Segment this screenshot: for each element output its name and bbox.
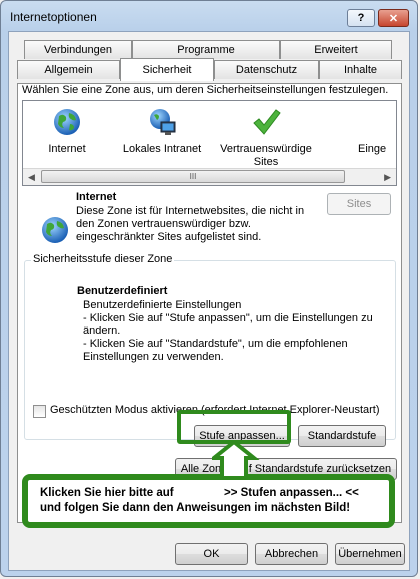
intranet-icon bbox=[150, 109, 176, 135]
zone-instruction: Wählen Sie eine Zone aus, um deren Siche… bbox=[22, 84, 389, 96]
title-bar: Internetoptionen ? ✕ bbox=[1, 1, 417, 31]
selected-zone-desc-1: Diese Zone ist für Internetwebsites, die… bbox=[76, 205, 305, 217]
custom-level-highlight bbox=[177, 410, 291, 444]
tab-allgemein[interactable]: Allgemein bbox=[17, 60, 120, 79]
tab-programme[interactable]: Programme bbox=[132, 40, 280, 59]
zone-local-intranet-label: Lokales Intranet bbox=[122, 143, 202, 155]
cancel-button[interactable]: Abbrechen bbox=[255, 543, 328, 565]
checkmark-icon bbox=[253, 109, 281, 135]
zone-internet-label: Internet bbox=[48, 143, 86, 155]
callout-arrow-icon bbox=[212, 440, 260, 480]
default-level-button[interactable]: Standardstufe bbox=[298, 425, 386, 447]
scroll-left-arrow-icon[interactable]: ◀ bbox=[28, 172, 35, 183]
globe-icon bbox=[42, 217, 68, 243]
selected-zone-name: Internet bbox=[76, 191, 117, 203]
security-level-line-5: Einstellungen zu verwenden. bbox=[83, 351, 224, 363]
zone-list: Internet Lokales Intranet Vertrauenswürd… bbox=[22, 100, 397, 186]
tab-sicherheit[interactable]: Sicherheit bbox=[120, 58, 214, 81]
globe-icon bbox=[54, 109, 80, 135]
security-tab-panel: Wählen Sie eine Zone aus, um deren Siche… bbox=[17, 83, 402, 523]
help-button[interactable]: ? bbox=[347, 9, 375, 27]
selected-zone-desc-3: eingeschränkter Sites aufgelistet sind. bbox=[76, 231, 262, 243]
scroll-right-arrow-icon[interactable]: ▶ bbox=[384, 172, 391, 183]
protected-mode-checkbox[interactable] bbox=[33, 405, 46, 418]
zone-list-scrollbar[interactable]: ◀ III ▶ bbox=[23, 168, 396, 185]
security-level-title: Benutzerdefiniert bbox=[77, 285, 168, 297]
sites-button[interactable]: Sites bbox=[327, 193, 391, 215]
scroll-thumb[interactable]: III bbox=[41, 170, 345, 183]
window-title: Internetoptionen bbox=[10, 10, 97, 24]
tab-verbindungen[interactable]: Verbindungen bbox=[24, 40, 132, 59]
security-level-line-2: - Klicken Sie auf "Stufe anpassen", um d… bbox=[83, 312, 373, 324]
callout-line-1b: >> Stufen anpassen... << bbox=[224, 487, 359, 499]
security-level-legend: Sicherheitsstufe dieser Zone bbox=[31, 253, 175, 265]
security-level-line-4: - Klicken Sie auf "Standardstufe", um di… bbox=[83, 338, 348, 350]
tab-erweitert[interactable]: Erweitert bbox=[280, 40, 392, 59]
close-button[interactable]: ✕ bbox=[378, 9, 409, 27]
security-level-line-1: Benutzerdefinierte Einstellungen bbox=[83, 299, 242, 311]
scroll-grip: III bbox=[189, 172, 197, 181]
tutorial-callout: Klicken Sie hier bitte auf >> Stufen anp… bbox=[22, 474, 395, 528]
selected-zone-desc-2: den Zonen vertrauenswürdiger bzw. bbox=[76, 218, 251, 230]
security-level-line-3: ändern. bbox=[83, 325, 121, 337]
ok-button[interactable]: OK bbox=[175, 543, 248, 565]
zone-restricted-label: Einge bbox=[358, 143, 387, 155]
callout-line-2: und folgen Sie dann den Anweisungen im n… bbox=[40, 502, 351, 514]
zone-trusted-sites-label: Vertrauenswürdige bbox=[220, 143, 312, 155]
callout-line-1a: Klicken Sie hier bitte auf bbox=[40, 487, 174, 499]
tab-datenschutz[interactable]: Datenschutz bbox=[214, 60, 319, 79]
apply-button[interactable]: Übernehmen bbox=[335, 543, 405, 565]
tab-inhalte[interactable]: Inhalte bbox=[319, 60, 402, 79]
